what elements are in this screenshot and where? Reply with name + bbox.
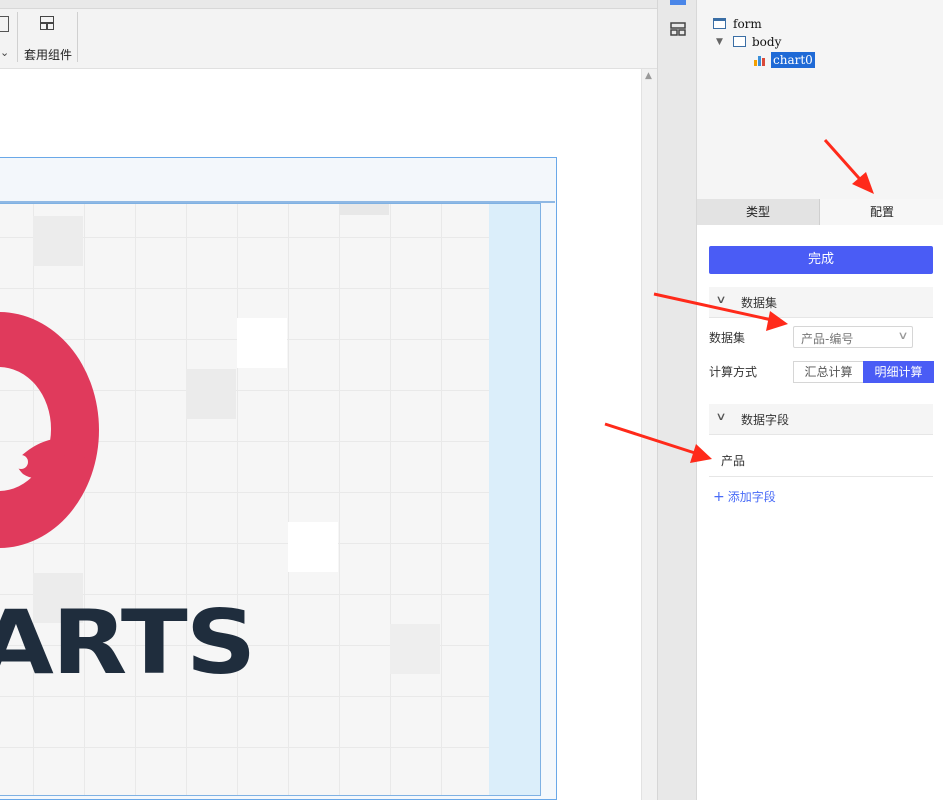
template-component-label: 套用组件 xyxy=(23,48,72,62)
side-toolstrip xyxy=(657,0,697,800)
tree-item-label: form xyxy=(733,17,762,31)
chevron-down-icon: ∨ xyxy=(897,329,909,342)
active-tool-indicator[interactable] xyxy=(670,0,686,5)
chart-widget-header xyxy=(0,158,555,203)
properties-panel: form ▼ body chart0 类型 配置 完成 ∨ 数据集 数据集 产品… xyxy=(696,0,943,800)
scroll-up-icon[interactable]: ▲ xyxy=(645,71,652,81)
toolbar-divider xyxy=(17,12,18,62)
fields-section-title: 数据字段 xyxy=(741,413,790,427)
component-tree: form ▼ body chart0 xyxy=(697,0,943,199)
dataset-section-header[interactable]: ∨ 数据集 xyxy=(709,287,933,318)
body-icon xyxy=(733,36,746,47)
chart-bg-tile xyxy=(339,204,389,215)
calc-method-label: 计算方式 xyxy=(709,365,758,379)
calc-sum-button[interactable]: 汇总计算 xyxy=(793,361,863,383)
tab-config[interactable]: 配置 xyxy=(820,199,943,225)
calc-method-toggle: 汇总计算 明细计算 xyxy=(793,361,934,383)
tree-expand-icon[interactable]: ▼ xyxy=(716,34,723,50)
layout-icon[interactable] xyxy=(670,22,686,36)
tab-type[interactable]: 类型 xyxy=(697,199,820,225)
dataset-select[interactable]: 产品-编号 ∨ xyxy=(793,326,913,348)
dataset-label: 数据集 xyxy=(709,331,746,345)
chevron-down-icon[interactable]: ⌄ xyxy=(0,46,12,62)
field-item-label: 产品 xyxy=(721,454,746,468)
plus-icon: + xyxy=(713,489,725,505)
chart-bg-tile xyxy=(237,318,287,368)
toolbar: ⌄ 套用组件 xyxy=(0,0,657,69)
add-field-link[interactable]: + 添加字段 xyxy=(713,488,776,505)
chevron-down-icon: ∨ xyxy=(715,293,727,306)
dataset-section-title: 数据集 xyxy=(741,296,778,310)
template-component-button[interactable]: 套用组件 xyxy=(22,12,74,64)
vertical-scrollbar[interactable]: ▲ xyxy=(641,69,658,800)
chart-icon xyxy=(754,56,765,66)
done-button[interactable]: 完成 xyxy=(709,246,933,274)
chart-bg-tile xyxy=(186,369,236,419)
logo-text: ARTS xyxy=(0,591,256,695)
chart-widget-frame[interactable]: ARTS xyxy=(0,157,557,800)
dataset-select-value: 产品-编号 xyxy=(801,332,854,346)
add-field-label: 添加字段 xyxy=(727,490,776,504)
toolbar-divider xyxy=(77,12,78,62)
field-item[interactable]: 产品 xyxy=(709,444,933,477)
toolbar-top-strip xyxy=(0,0,657,9)
calc-detail-button[interactable]: 明细计算 xyxy=(863,361,934,383)
tree-item-label: chart0 xyxy=(771,52,815,68)
form-icon xyxy=(713,18,726,29)
partial-toolbar-icon[interactable] xyxy=(0,16,9,32)
fields-section-header[interactable]: ∨ 数据字段 xyxy=(709,404,933,435)
chevron-down-icon: ∨ xyxy=(715,410,727,423)
chart-bg-tile xyxy=(33,216,83,266)
echarts-logo-icon xyxy=(0,312,99,548)
chart-right-band xyxy=(489,204,540,795)
panel-tabs: 类型 配置 xyxy=(697,199,943,225)
chart-widget-body[interactable]: ARTS xyxy=(0,203,541,796)
chart-bg-tile xyxy=(390,624,440,674)
layout-grid-icon xyxy=(40,16,54,30)
tree-item-label: body xyxy=(752,35,782,49)
chart-bg-tile xyxy=(288,522,338,572)
